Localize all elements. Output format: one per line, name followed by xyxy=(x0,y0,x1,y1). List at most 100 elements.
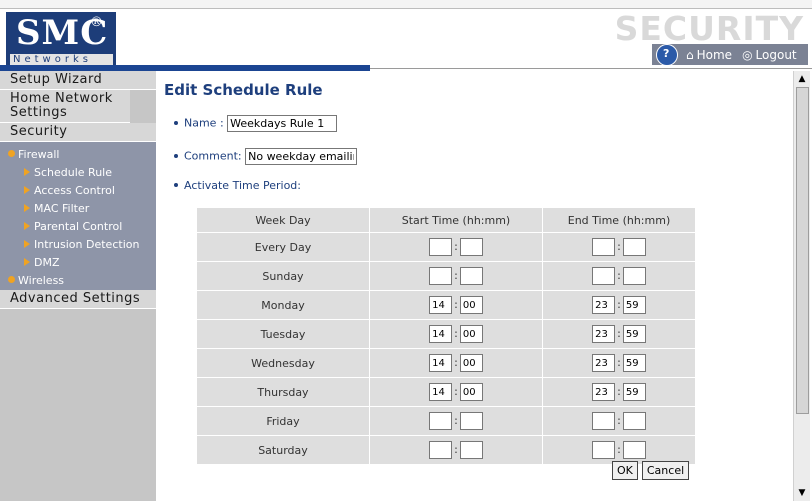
sidebar-item-access-control[interactable]: Access Control xyxy=(0,182,156,200)
column-header-start-time: Start Time (hh:mm) xyxy=(369,208,543,233)
sidebar-item-wireless[interactable]: Wireless xyxy=(0,272,156,290)
start-minute-input[interactable] xyxy=(459,441,483,459)
home-link-label: Home xyxy=(696,47,733,62)
header-grey-rule xyxy=(370,68,812,69)
cancel-button[interactable]: Cancel xyxy=(641,461,690,480)
end-minute-input[interactable] xyxy=(622,267,646,285)
start-minute-input[interactable] xyxy=(459,354,483,372)
end-hour-input[interactable] xyxy=(592,441,616,459)
sidebar-item-parental-control[interactable]: Parental Control xyxy=(0,218,156,236)
comment-field-row: Comment: xyxy=(174,148,358,165)
page-title: Edit Schedule Rule xyxy=(164,81,323,99)
scroll-thumb[interactable] xyxy=(796,87,809,414)
week-day-cell: Saturday xyxy=(197,435,370,465)
time-separator: : xyxy=(617,443,621,456)
end-hour-input[interactable] xyxy=(592,238,616,256)
sidebar-item-home-network-settings[interactable]: Home Network Settings xyxy=(0,90,130,123)
start-hour-input[interactable] xyxy=(429,267,453,285)
end-hour-input[interactable] xyxy=(592,412,616,430)
sidebar-item-dmz[interactable]: DMZ xyxy=(0,254,156,272)
end-minute-input[interactable] xyxy=(622,354,646,372)
window-top-border xyxy=(0,0,812,9)
start-time-cell: : xyxy=(369,261,543,291)
time-separator: : xyxy=(617,269,621,282)
end-minute-input[interactable] xyxy=(622,325,646,343)
start-minute-input[interactable] xyxy=(459,296,483,314)
end-hour-input[interactable] xyxy=(592,267,616,285)
arrow-right-icon xyxy=(24,168,30,176)
end-minute-input[interactable] xyxy=(622,441,646,459)
end-hour-input[interactable] xyxy=(592,325,616,343)
scroll-up-arrow-icon[interactable]: ▲ xyxy=(796,73,808,85)
arrow-right-icon xyxy=(24,222,30,230)
name-field-row: Name : xyxy=(174,115,338,132)
start-minute-input[interactable] xyxy=(459,383,483,401)
start-time-cell: : xyxy=(369,348,543,378)
security-heading: SECURITY xyxy=(614,9,804,48)
week-day-cell: Every Day xyxy=(197,232,370,262)
start-hour-input[interactable] xyxy=(429,296,453,314)
name-input[interactable] xyxy=(227,115,338,132)
ok-button[interactable]: OK xyxy=(612,461,638,480)
main-content: Edit Schedule Rule Name : Comment: Activ… xyxy=(156,71,793,501)
start-minute-input[interactable] xyxy=(459,267,483,285)
time-separator: : xyxy=(454,414,458,427)
start-minute-input[interactable] xyxy=(459,325,483,343)
sidebar-item-firewall-label: Firewall xyxy=(18,148,60,161)
column-header-end-time: End Time (hh:mm) xyxy=(542,208,695,233)
table-row: Tuesday:: xyxy=(197,319,695,349)
bullet-icon xyxy=(174,153,178,158)
start-hour-input[interactable] xyxy=(429,238,453,256)
end-minute-input[interactable] xyxy=(622,238,646,256)
arrow-right-icon xyxy=(24,186,30,194)
end-minute-input[interactable] xyxy=(622,383,646,401)
sidebar-item-mac-filter[interactable]: MAC Filter xyxy=(0,200,156,218)
logout-link[interactable]: ◎ Logout xyxy=(742,48,797,62)
time-separator: : xyxy=(617,356,621,369)
vertical-scrollbar[interactable]: ▲ ▼ xyxy=(793,71,810,501)
table-row: Monday:: xyxy=(197,290,695,320)
sidebar-item-setup-wizard[interactable]: Setup Wizard xyxy=(0,71,156,90)
time-separator: : xyxy=(617,414,621,427)
sidebar-item-label: Access Control xyxy=(34,184,115,197)
start-hour-input[interactable] xyxy=(429,354,453,372)
sidebar-item-security[interactable]: Security xyxy=(0,123,156,142)
start-hour-input[interactable] xyxy=(429,325,453,343)
end-time-cell: : xyxy=(542,261,695,291)
help-globe-icon[interactable] xyxy=(656,43,678,66)
end-hour-input[interactable] xyxy=(592,354,616,372)
end-time-cell: : xyxy=(542,290,695,320)
week-day-cell: Friday xyxy=(197,406,370,436)
sidebar-item-advanced-settings[interactable]: Advanced Settings xyxy=(0,290,156,309)
logout-link-label: Logout xyxy=(755,47,797,62)
end-hour-input[interactable] xyxy=(592,383,616,401)
week-day-cell: Wednesday xyxy=(197,348,370,378)
scroll-down-arrow-icon[interactable]: ▼ xyxy=(796,487,808,499)
end-minute-input[interactable] xyxy=(622,412,646,430)
end-minute-input[interactable] xyxy=(622,296,646,314)
sidebar-item-firewall[interactable]: Firewall xyxy=(0,146,156,164)
arrow-right-icon xyxy=(24,258,30,266)
sidebar-item-intrusion-detection[interactable]: Intrusion Detection xyxy=(0,236,156,254)
start-minute-input[interactable] xyxy=(459,412,483,430)
sidebar-item-schedule-rule[interactable]: Schedule Rule xyxy=(0,164,156,182)
sidebar-item-label: Parental Control xyxy=(34,220,123,233)
sidebar-item-wireless-label: Wireless xyxy=(18,274,65,287)
bullet-dot-icon xyxy=(8,150,15,157)
home-icon: ⌂ xyxy=(686,47,694,62)
end-time-cell: : xyxy=(542,406,695,436)
sidebar-item-label: Schedule Rule xyxy=(34,166,112,179)
arrow-right-icon xyxy=(24,240,30,248)
start-hour-input[interactable] xyxy=(429,383,453,401)
table-row: Friday:: xyxy=(197,406,695,436)
arrow-right-icon xyxy=(24,204,30,212)
start-minute-input[interactable] xyxy=(459,238,483,256)
end-hour-input[interactable] xyxy=(592,296,616,314)
time-separator: : xyxy=(617,298,621,311)
start-hour-input[interactable] xyxy=(429,441,453,459)
start-hour-input[interactable] xyxy=(429,412,453,430)
home-link[interactable]: ⌂ Home xyxy=(686,48,732,62)
sidebar-item-label: Intrusion Detection xyxy=(34,238,140,251)
sidebar: Setup Wizard Home Network Settings Secur… xyxy=(0,71,156,501)
comment-input[interactable] xyxy=(245,148,358,165)
